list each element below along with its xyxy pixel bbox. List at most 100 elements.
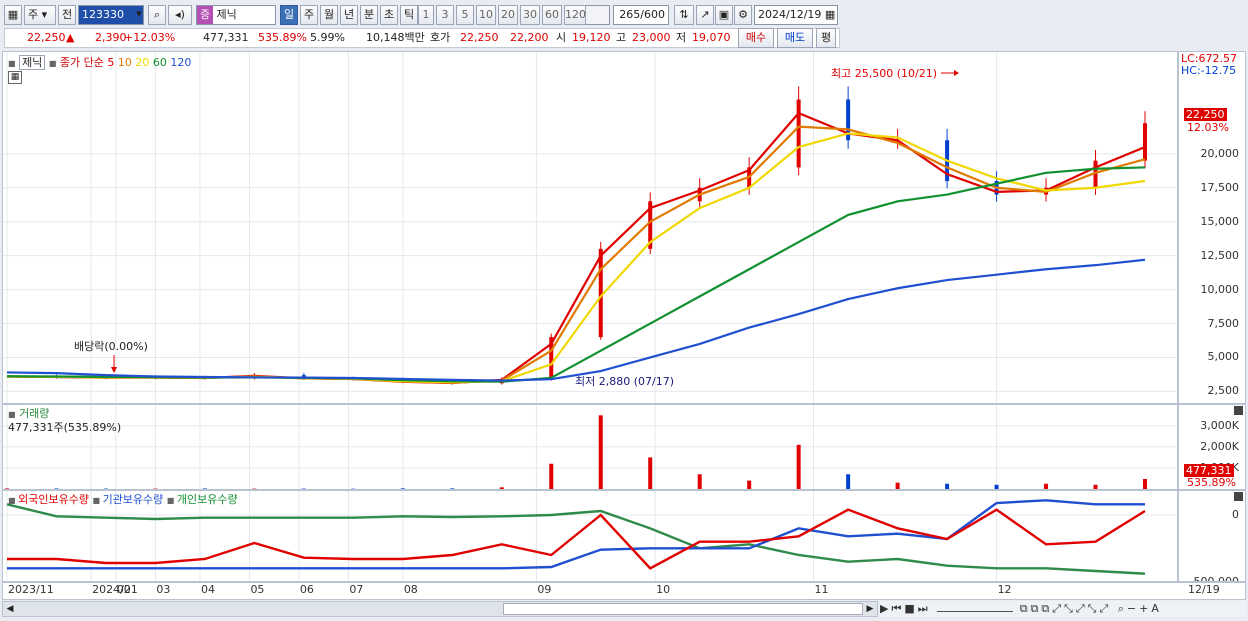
period-tab-0[interactable]: 일 bbox=[280, 5, 298, 25]
price-tick: 15,000 bbox=[1200, 214, 1240, 228]
volume-bar bbox=[846, 474, 851, 489]
price-candle bbox=[1143, 123, 1147, 161]
volume-tick: 2,000K bbox=[1200, 439, 1239, 453]
price-axis: 20,000 17,500 15,000 12,500 10,000 7,500 5,000… bbox=[1178, 51, 1246, 404]
pane-close-icon[interactable] bbox=[1234, 406, 1243, 415]
x-tick: 03 bbox=[156, 583, 171, 596]
stock-name-field[interactable]: 증 제닉 bbox=[196, 5, 276, 25]
period-tab-3[interactable]: 년 bbox=[340, 5, 358, 25]
period-tab-4[interactable]: 분 bbox=[360, 5, 378, 25]
volume-bar bbox=[549, 463, 554, 489]
hc-value: HC:-12.75 bbox=[1181, 64, 1237, 77]
price-pane[interactable] bbox=[2, 51, 1178, 404]
price-tick: 20,000 bbox=[1200, 146, 1240, 160]
interval-tab-1[interactable]: 1 bbox=[418, 5, 434, 25]
forward-icon[interactable]: ⏭ bbox=[918, 602, 931, 615]
open-label: 시 bbox=[556, 31, 567, 44]
market-select[interactable]: 주 ▾ bbox=[24, 5, 56, 25]
x-tick: 12 bbox=[997, 583, 1012, 596]
square-icon: ■ bbox=[166, 496, 177, 505]
zoom-out-icon[interactable]: − bbox=[1127, 602, 1139, 615]
interval-tab-10[interactable]: 10 bbox=[476, 5, 496, 25]
square-icon: ■ bbox=[92, 496, 103, 505]
ma-period-10: 10 bbox=[114, 56, 132, 69]
table-icon[interactable]: ▦ bbox=[8, 71, 22, 84]
dividend-annotation: 배당락(0.00%) bbox=[74, 340, 148, 353]
drawing-tools-icon[interactable]: ⤢⤡⤢⤡⤢ bbox=[1052, 602, 1111, 615]
layout-icon[interactable]: ▦ bbox=[4, 5, 22, 25]
date-value: 2024/12/19 bbox=[758, 8, 822, 21]
period-tab-2[interactable]: 월 bbox=[320, 5, 338, 25]
holdings-axis: 0 -500,000 bbox=[1178, 490, 1246, 582]
ma-line-60 bbox=[6, 166, 1146, 383]
interval-tab-30[interactable]: 30 bbox=[520, 5, 540, 25]
holdings-legend-1: 기관보유수량 bbox=[102, 493, 167, 506]
square-icon: ■ bbox=[48, 59, 57, 68]
play-icon[interactable]: ▶ bbox=[880, 602, 891, 615]
zoom-in-icon[interactable]: + bbox=[1139, 602, 1151, 615]
pane-close-icon[interactable] bbox=[1234, 492, 1243, 501]
period-tab-1[interactable]: 주 bbox=[300, 5, 318, 25]
prev-button[interactable]: 전 bbox=[58, 5, 76, 25]
rewind-icon[interactable]: ⏮ bbox=[891, 602, 904, 615]
buy-button[interactable]: 매수 bbox=[738, 28, 774, 48]
price-tick: 2,500 bbox=[1207, 384, 1240, 398]
interval-tab-60[interactable]: 60 bbox=[542, 5, 562, 25]
holdings-legend: ■ 외국인보유수량 ■ 기관보유수량 ■ 개인보유수량 bbox=[8, 491, 238, 507]
volume-bar bbox=[598, 415, 603, 489]
split-icon[interactable]: ⧉⧉⧉ bbox=[1020, 602, 1053, 615]
volume-bar bbox=[1044, 483, 1049, 489]
scroll-thumb[interactable] bbox=[503, 603, 863, 615]
gear-icon[interactable]: ⚙ bbox=[734, 5, 752, 25]
font-icon[interactable]: A bbox=[1151, 602, 1162, 615]
last-price-tag: 22,250 bbox=[1184, 108, 1227, 121]
interval-tab-3[interactable]: 3 bbox=[436, 5, 454, 25]
ask-label: 호가 bbox=[430, 31, 451, 44]
sell-button[interactable]: 매도 bbox=[777, 28, 813, 48]
ma-line-10 bbox=[6, 125, 1146, 384]
quote-open: 19,120 bbox=[572, 31, 611, 44]
scroll-right-icon[interactable]: ▶ bbox=[863, 602, 877, 616]
volume-chart bbox=[3, 405, 1177, 489]
stock-name: 제닉 bbox=[216, 8, 237, 21]
x-tick: 04 bbox=[200, 583, 215, 596]
calendar-icon[interactable]: ▦ bbox=[825, 8, 835, 21]
x-tick: 07 bbox=[349, 583, 364, 596]
holdings-tick: -500,000 bbox=[1189, 574, 1239, 582]
volume-bar bbox=[1093, 484, 1098, 489]
interval-tab-20[interactable]: 20 bbox=[498, 5, 518, 25]
save-icon[interactable]: ▣ bbox=[715, 5, 733, 25]
high-annotation: 최고 25,500 (10/21) bbox=[831, 67, 938, 80]
x-tick: 10 bbox=[656, 583, 671, 596]
search-icon[interactable]: ⌕ bbox=[148, 5, 166, 25]
volume-bar bbox=[5, 488, 9, 489]
volume-pane[interactable] bbox=[2, 404, 1178, 490]
volume-bar bbox=[648, 457, 653, 489]
square-icon: ■ bbox=[8, 410, 16, 419]
interval-tab-120[interactable]: 120 bbox=[564, 5, 586, 25]
bottom-tools[interactable]: ▶⏮■⏭ ⧉⧉⧉⤢⤡⤢⤡⤢ ⌕−+A bbox=[880, 601, 1246, 617]
quote-ask: 22,250 bbox=[460, 31, 499, 44]
x-tick: 11 bbox=[814, 583, 829, 596]
count-field[interactable]: 265/600 bbox=[613, 5, 669, 25]
interval-tab-5[interactable]: 5 bbox=[456, 5, 474, 25]
ma-label: 종가 단순 bbox=[59, 56, 104, 69]
avg-button[interactable]: 평 bbox=[816, 28, 836, 48]
speaker-icon[interactable]: ◂) bbox=[168, 5, 192, 25]
quote-low: 19,070 bbox=[692, 31, 731, 44]
chevron-down-icon[interactable]: ▾ bbox=[132, 5, 146, 25]
ma-period-120: 120 bbox=[166, 56, 192, 69]
price-title[interactable]: 제닉 bbox=[19, 55, 46, 70]
stop-icon[interactable]: ■ bbox=[904, 602, 917, 615]
zoom-slider[interactable] bbox=[937, 604, 1014, 612]
tool-icon[interactable]: ↗ bbox=[696, 5, 714, 25]
period-tab-5[interactable]: 초 bbox=[380, 5, 398, 25]
scroll-left-icon[interactable]: ◀ bbox=[3, 602, 17, 616]
horizontal-scrollbar[interactable]: ◀ ▶ bbox=[2, 601, 878, 617]
zoom-icon[interactable]: ⌕ bbox=[1118, 602, 1127, 615]
quote-bid: 22,200 bbox=[510, 31, 549, 44]
candle-type-icon[interactable]: ⇅ bbox=[674, 5, 694, 25]
period-tab-6[interactable]: 틱 bbox=[400, 5, 418, 25]
holdings-legend-2: 개인보유수량 bbox=[176, 493, 238, 506]
date-field[interactable]: 2024/12/19 ▦ bbox=[754, 5, 838, 25]
